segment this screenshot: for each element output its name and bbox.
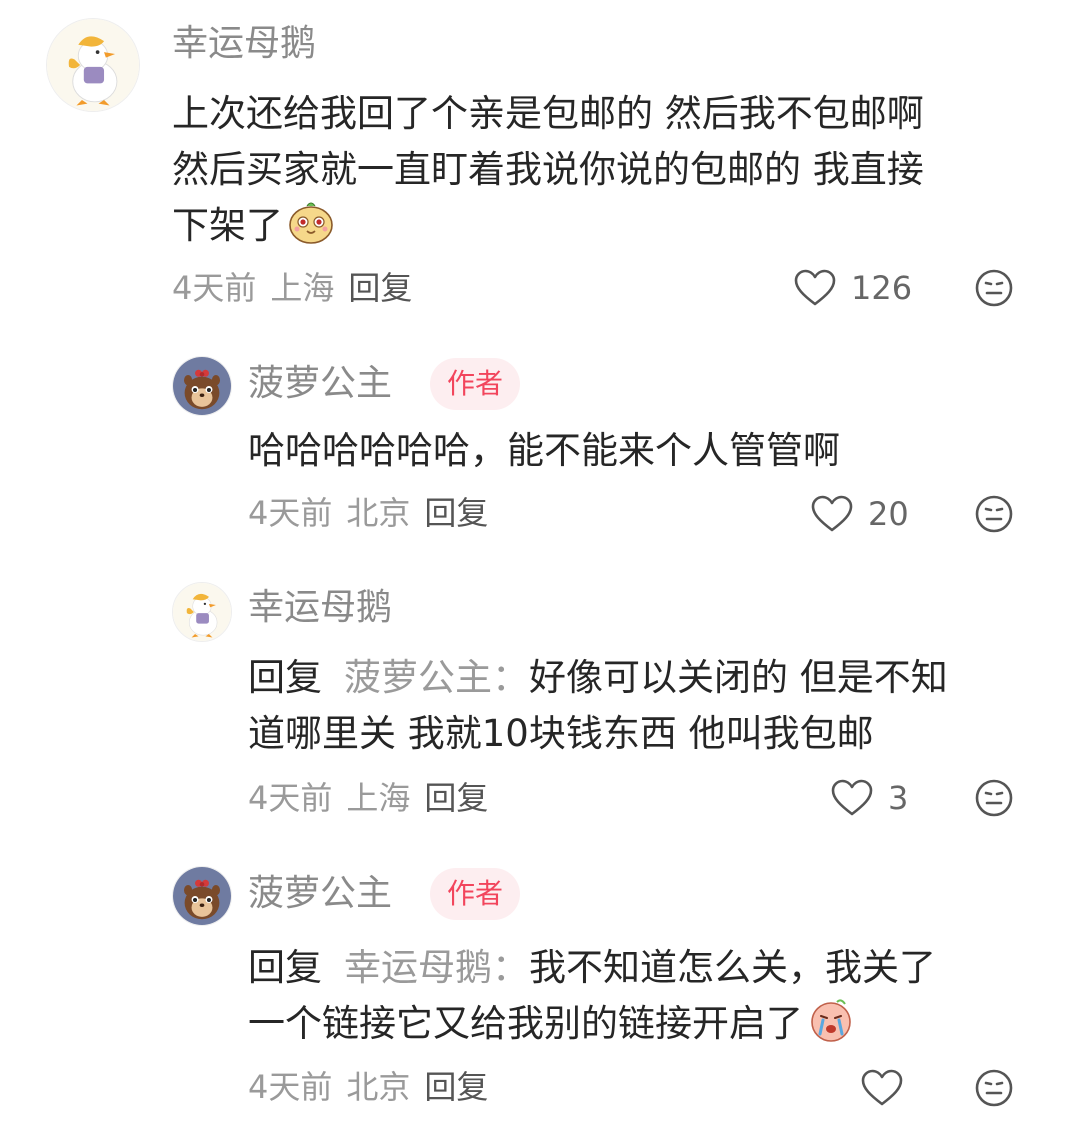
goose-icon [173, 583, 231, 641]
heart-icon [793, 268, 837, 308]
chipmunk-icon [173, 357, 231, 415]
comment-text: 回复 菠萝公主：好像可以关闭的 但是不知 道哪里关 我就10块钱东西 他叫我包邮 [248, 650, 948, 762]
dislike-face-icon[interactable] [974, 494, 1014, 534]
chipmunk-avatar[interactable] [172, 356, 232, 416]
author-badge: 作者 [430, 868, 521, 920]
location: 上海 [346, 779, 411, 817]
potato-emoji [289, 202, 333, 244]
timestamp: 4天前 [248, 1068, 333, 1106]
like-button[interactable]: 126 [793, 268, 912, 308]
username[interactable]: 菠萝公主 [248, 366, 392, 402]
timestamp: 4天前 [172, 269, 257, 307]
comment-line: 哈哈哈哈哈哈，能不能来个人管管啊 [248, 429, 840, 472]
reply-button[interactable]: 回复 [424, 779, 488, 817]
comment-line-text: 一个链接它又给我别的链接开启了 [248, 1002, 803, 1045]
comment-meta: 4天前 北京 回复 [248, 1071, 502, 1103]
timestamp: 4天前 [248, 779, 333, 817]
dislike-face-icon[interactable] [974, 1068, 1014, 1108]
dislike-face-icon[interactable] [974, 268, 1014, 308]
comment-text: 回复 幸运母鹅：我不知道怎么关，我关了 一个链接它又给我别的链接开启了 [248, 940, 936, 1052]
reply-to-user[interactable]: 幸运母鹅： [344, 946, 529, 989]
goose-avatar[interactable] [172, 582, 232, 642]
reply-button[interactable]: 回复 [424, 494, 488, 532]
username[interactable]: 菠萝公主 [248, 876, 392, 912]
heart-icon [810, 494, 854, 534]
reply-prefix: 回复 [248, 946, 322, 989]
goose-avatar[interactable] [46, 18, 140, 112]
username[interactable]: 幸运母鹅 [248, 590, 392, 626]
goose-icon [47, 19, 139, 111]
like-count: 20 [868, 495, 909, 533]
like-button[interactable] [860, 1068, 918, 1108]
comment-line: 上次还给我回了个亲是包邮的 然后我不包邮啊 [172, 92, 924, 135]
dislike-face-icon[interactable] [974, 778, 1014, 818]
comment-meta: 4天前 北京 回复 [248, 497, 502, 529]
like-button[interactable]: 20 [810, 494, 909, 534]
like-button[interactable]: 3 [830, 778, 908, 818]
comment-line-text: 下架了 [172, 204, 283, 247]
comment-line-text: 好像可以关闭的 但是不知 [529, 656, 948, 699]
chipmunk-icon [173, 867, 231, 925]
comment-line: 一个链接它又给我别的链接开启了 [248, 996, 936, 1052]
location: 北京 [346, 494, 411, 532]
reply-button[interactable]: 回复 [424, 1068, 488, 1106]
comment-line: 下架了 [172, 198, 924, 254]
heart-icon [860, 1068, 904, 1108]
crying-emoji [811, 999, 851, 1042]
location: 上海 [270, 269, 335, 307]
timestamp: 4天前 [248, 494, 333, 532]
comment-meta: 4天前 上海 回复 [172, 272, 426, 304]
comment-meta: 4天前 上海 回复 [248, 782, 502, 814]
reply-prefix: 回复 [248, 656, 322, 699]
comment-text: 上次还给我回了个亲是包邮的 然后我不包邮啊 然后买家就一直盯着我说你说的包邮的 … [172, 86, 924, 254]
comment-line: 然后买家就一直盯着我说你说的包邮的 我直接 [172, 148, 924, 191]
author-badge: 作者 [430, 358, 521, 410]
chipmunk-avatar[interactable] [172, 866, 232, 926]
comment-line-text: 我不知道怎么关，我关了 [529, 946, 936, 989]
comment-line: 回复 菠萝公主：好像可以关闭的 但是不知 [248, 650, 948, 706]
like-count: 3 [888, 779, 909, 817]
reply-button[interactable]: 回复 [348, 269, 412, 307]
reply-to-user[interactable]: 菠萝公主： [344, 656, 529, 699]
location: 北京 [346, 1068, 411, 1106]
like-count: 126 [851, 269, 913, 307]
comment-text: 哈哈哈哈哈哈，能不能来个人管管啊 [248, 423, 840, 479]
comment-line: 回复 幸运母鹅：我不知道怎么关，我关了 [248, 940, 936, 996]
username[interactable]: 幸运母鹅 [172, 26, 316, 62]
heart-icon [830, 778, 874, 818]
comment-line: 道哪里关 我就10块钱东西 他叫我包邮 [248, 712, 874, 755]
